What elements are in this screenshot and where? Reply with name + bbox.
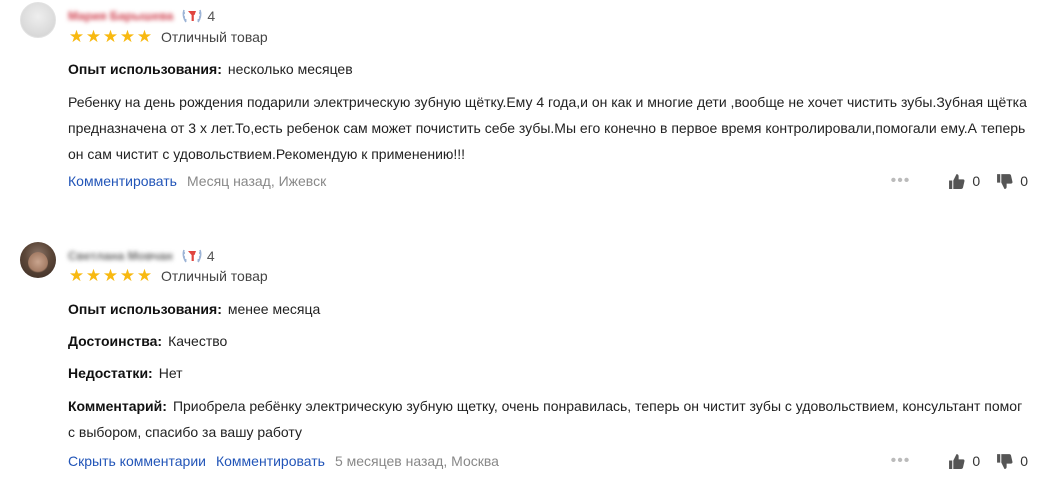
star-icon: ★	[136, 27, 153, 46]
review-footer: Комментировать Месяц назад, Ижевск ••• 0…	[68, 171, 1028, 191]
dislike-count: 0	[1020, 453, 1028, 469]
author-row: Мария Барышева 4	[68, 7, 215, 25]
comment-label: Комментарий:	[68, 398, 167, 414]
usage-label: Опыт использования:	[68, 301, 222, 317]
cons-value: Нет	[158, 365, 183, 381]
pros-line: Достоинства: Качество	[68, 328, 1028, 354]
laurel-badge-icon	[182, 249, 202, 263]
like-count: 0	[972, 173, 981, 189]
comment-link[interactable]: Комментировать	[216, 453, 325, 469]
more-dots-icon[interactable]: •••	[891, 172, 911, 190]
rating-text: Отличный товар	[161, 268, 268, 284]
pros-label: Достоинства:	[68, 333, 163, 349]
avatar[interactable]	[20, 242, 56, 278]
like-button[interactable]: 0	[948, 173, 980, 190]
star-icon: ★	[119, 27, 136, 46]
like-count: 0	[972, 453, 981, 469]
laurel-badge-icon	[182, 9, 202, 23]
thumb-down-icon	[997, 453, 1013, 469]
dislike-button[interactable]: 0	[996, 173, 1028, 190]
thumb-down-icon	[997, 173, 1013, 189]
usage-label: Опыт использования:	[68, 61, 222, 77]
star-icon: ★	[68, 27, 85, 46]
review-actions: ••• 0 0	[891, 451, 1028, 471]
dislike-button[interactable]: 0	[996, 453, 1028, 470]
rating-row: ★ ★ ★ ★ ★ Отличный товар	[68, 267, 268, 285]
comment-value: Приобрела ребёнку электрическую зубную щ…	[68, 398, 1023, 440]
star-rating: ★ ★ ★ ★ ★	[68, 267, 153, 285]
cons-label: Недостатки:	[68, 365, 153, 381]
author-name[interactable]: Мария Барышева	[68, 9, 173, 23]
usage-value: несколько месяцев	[227, 61, 353, 77]
comment-link[interactable]: Комментировать	[68, 173, 177, 189]
review-text: Ребенку на день рождения подарили электр…	[68, 94, 1027, 162]
usage-line: Опыт использования: несколько месяцев	[68, 56, 1028, 82]
comment-line: Комментарий: Приобрела ребёнку электричес…	[68, 393, 1028, 445]
avatar[interactable]	[20, 2, 56, 38]
star-icon: ★	[85, 27, 102, 46]
dislike-count: 0	[1020, 173, 1028, 189]
star-icon: ★	[119, 266, 136, 285]
grade-badge: 4	[181, 7, 215, 25]
star-icon: ★	[102, 266, 119, 285]
grade-number: 4	[206, 248, 215, 264]
star-icon: ★	[68, 266, 85, 285]
grade-badge: 4	[181, 247, 215, 265]
review-footer: Скрыть комментарии Комментировать 5 меся…	[68, 451, 1028, 471]
author-name[interactable]: Светлана Мовчан	[68, 249, 173, 263]
review-meta: Месяц назад, Ижевск	[186, 173, 327, 189]
usage-value: менее месяца	[227, 301, 321, 317]
pros-value: Качество	[168, 333, 228, 349]
star-rating: ★ ★ ★ ★ ★	[68, 28, 153, 46]
grade-number: 4	[207, 8, 216, 24]
star-icon: ★	[85, 266, 102, 285]
rating-text: Отличный товар	[161, 29, 268, 45]
thumb-up-icon	[949, 453, 965, 469]
star-icon: ★	[136, 266, 153, 285]
thumb-up-icon	[949, 173, 965, 189]
star-icon: ★	[102, 27, 119, 46]
review-actions: ••• 0 0	[891, 171, 1028, 191]
rating-row: ★ ★ ★ ★ ★ Отличный товар	[68, 28, 268, 46]
author-row: Светлана Мовчан 4	[68, 247, 215, 265]
hide-comments-link[interactable]: Скрыть комментарии	[68, 453, 206, 469]
cons-line: Недостатки: Нет	[68, 360, 1028, 386]
review-meta: 5 месяцев назад, Москва	[334, 453, 499, 469]
like-button[interactable]: 0	[948, 453, 980, 470]
more-dots-icon[interactable]: •••	[891, 452, 911, 470]
usage-line: Опыт использования: менее месяца	[68, 296, 1028, 322]
